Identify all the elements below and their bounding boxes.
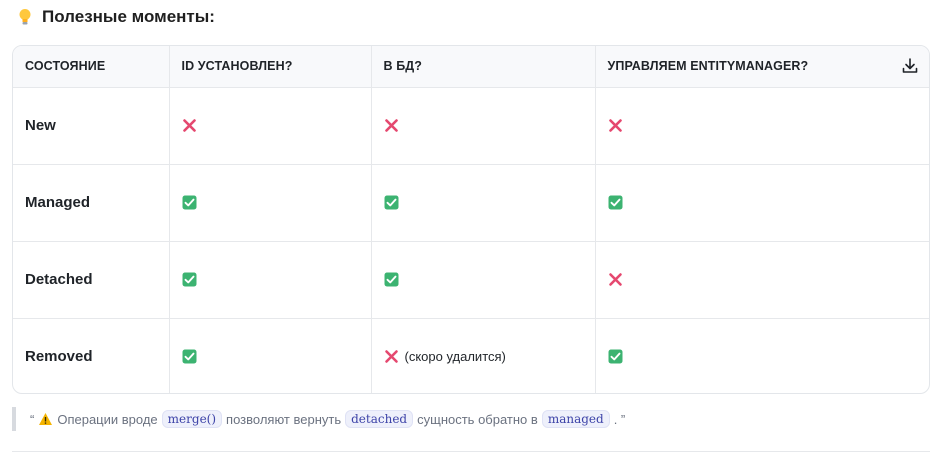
state-cell: Removed <box>13 318 170 393</box>
states-table: СОСТОЯНИЕ ID УСТАНОВЛЕН? В БД? УПРАВЛЯЕМ… <box>12 45 930 394</box>
in-db-cell <box>371 87 596 165</box>
check-icon <box>182 272 196 287</box>
table-row: New <box>13 87 929 165</box>
code-merge: merge() <box>161 410 223 428</box>
managed-cell <box>595 241 929 319</box>
note-prefix: Операции вроде <box>57 411 158 427</box>
table-row: Removed (скоро удалится) <box>13 318 929 393</box>
note-after: сущность обратно в <box>417 411 538 427</box>
id-set-cell <box>169 241 372 319</box>
check-icon <box>608 349 622 364</box>
code-detached: detached <box>345 410 414 428</box>
cross-icon <box>384 119 398 132</box>
header-managed: УПРАВЛЯЕМ ENTITYMANAGER? <box>595 46 929 88</box>
state-cell: Detached <box>13 241 170 319</box>
in-db-cell <box>371 241 596 319</box>
state-cell: Managed <box>13 164 170 242</box>
open-quote: “ <box>30 411 35 427</box>
table-row: Detached <box>13 241 929 319</box>
header-id-set: ID УСТАНОВЛЕН? <box>169 46 372 88</box>
header-state: СОСТОЯНИЕ <box>13 46 170 88</box>
cross-icon <box>608 273 622 286</box>
lightbulb-icon <box>19 9 31 25</box>
managed-cell <box>595 87 929 165</box>
warning-icon <box>39 413 53 425</box>
cross-icon <box>608 119 622 132</box>
id-set-cell <box>169 164 372 242</box>
section-heading: Полезные моменты: <box>16 7 215 27</box>
download-icon[interactable] <box>901 57 919 75</box>
id-set-cell <box>169 318 372 393</box>
note-middle: позволяют вернуть <box>226 411 342 427</box>
id-set-cell <box>169 87 372 165</box>
code-managed: managed <box>541 410 610 428</box>
check-icon <box>384 195 398 210</box>
managed-cell <box>595 318 929 393</box>
state-cell: New <box>13 87 170 165</box>
cross-icon <box>182 119 196 132</box>
divider <box>12 451 930 452</box>
in-db-note: (скоро удалится) <box>404 349 506 365</box>
table-row: Managed <box>13 164 929 242</box>
header-in-db: В БД? <box>371 46 596 88</box>
table-header-row: СОСТОЯНИЕ ID УСТАНОВЛЕН? В БД? УПРАВЛЯЕМ… <box>13 46 929 88</box>
cross-icon <box>384 350 398 364</box>
managed-cell <box>595 164 929 242</box>
in-db-cell <box>371 164 596 242</box>
note-end: . ” <box>613 411 626 427</box>
note-quote: “ Операции вроде merge() позволяют верну… <box>12 407 625 431</box>
in-db-cell: (скоро удалится) <box>371 318 596 393</box>
check-icon <box>608 195 622 210</box>
check-icon <box>182 195 196 210</box>
header-managed-label: УПРАВЛЯЕМ ENTITYMANAGER? <box>607 59 809 74</box>
check-icon <box>384 272 398 287</box>
section-title: Полезные моменты: <box>42 7 215 26</box>
check-icon <box>182 349 196 364</box>
